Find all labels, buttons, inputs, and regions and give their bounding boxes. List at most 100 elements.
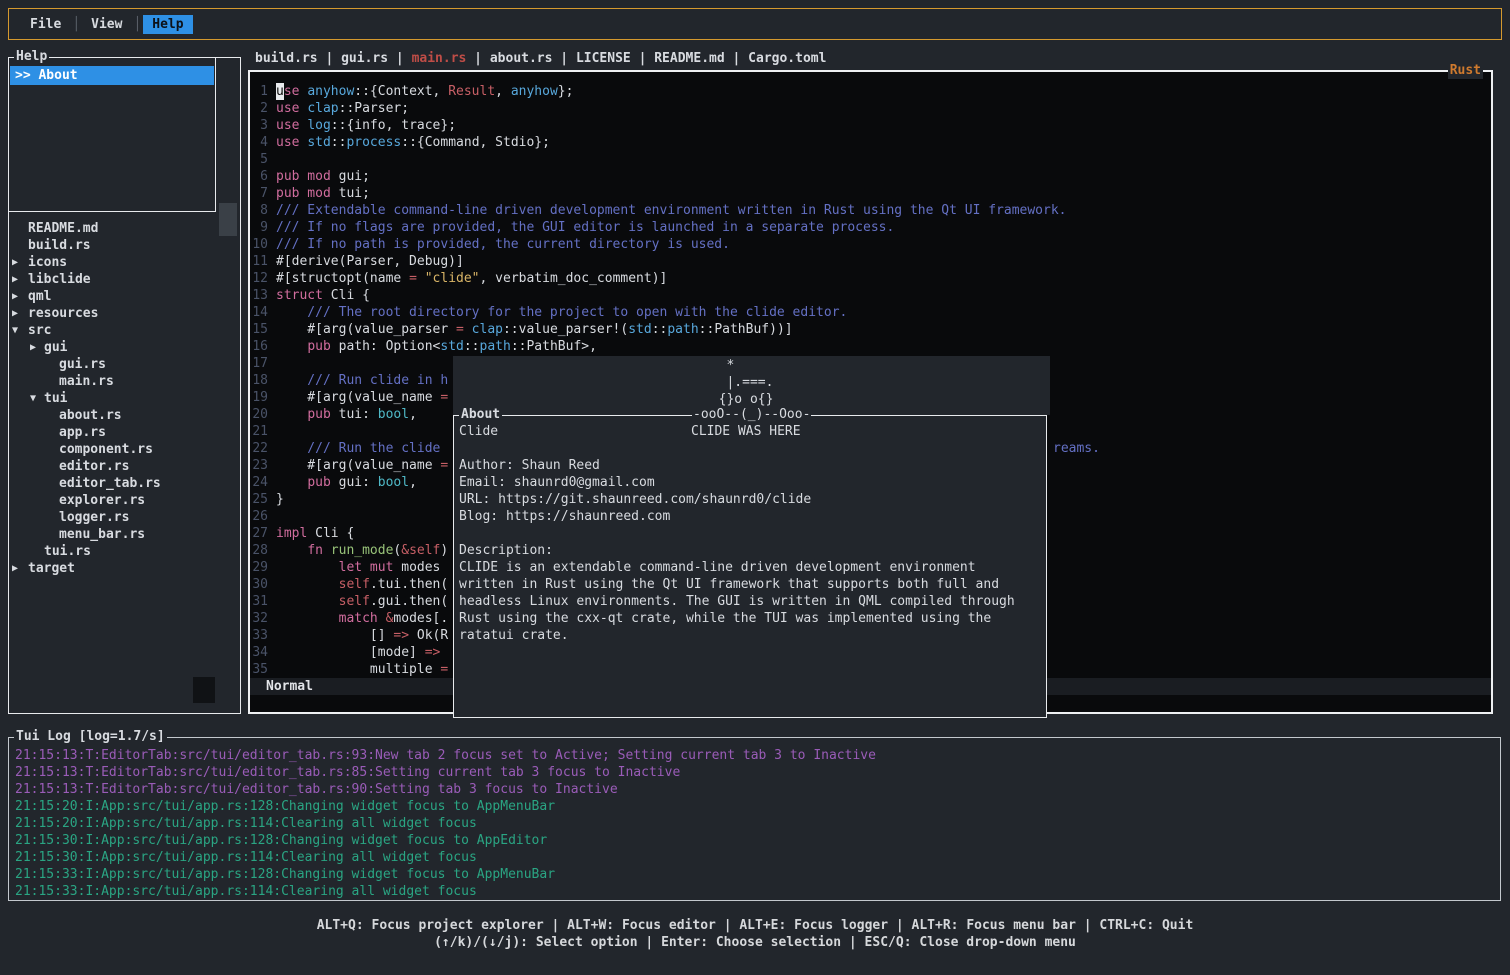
code-line-11[interactable]: 11#[derive(Parser, Debug)] [250, 253, 1491, 270]
about-description-line: Rust using the cxx-qt crate, while the T… [459, 610, 991, 627]
code-token: pub [307, 338, 330, 355]
line-number: 32 [250, 610, 268, 627]
code-token: run_mode [331, 542, 394, 559]
tree-item-tui[interactable]: ▼tui [9, 390, 240, 407]
code-line-9[interactable]: 9/// If no flags are provided, the GUI e… [250, 219, 1491, 236]
tree-item-icons[interactable]: ▶icons [9, 254, 240, 271]
tree-item-gui-rs[interactable]: gui.rs [9, 356, 240, 373]
code-token: pub mod [276, 185, 331, 202]
tree-item-logger-rs[interactable]: logger.rs [9, 509, 240, 526]
code-token [378, 610, 386, 627]
help-menu-item-about[interactable]: >> About [10, 66, 214, 85]
code-line-7[interactable]: 7 pub mod tui; [250, 185, 1491, 202]
line-number: 1 [250, 83, 268, 100]
line-number: 23 [250, 457, 268, 474]
code-line-10[interactable]: 10/// If no path is provided, the curren… [250, 236, 1491, 253]
about-field-row: Email: shaunrd0@gmail.com [454, 474, 1046, 491]
code-token: ::PathBuf>, [511, 338, 597, 355]
code-token: pub mod [276, 168, 331, 185]
tab-README-md[interactable]: README.md [654, 51, 724, 66]
about-description-row: headless Linux environments. The GUI is … [454, 593, 1046, 610]
tree-item-label: qml [28, 288, 51, 305]
tree-item-gui[interactable]: ▶gui [9, 339, 240, 356]
tree-item-README-md[interactable]: README.md [9, 220, 240, 237]
tree-item-target[interactable]: ▶target [9, 560, 240, 577]
code-token: let mut [339, 559, 394, 576]
line-number: 20 [250, 406, 268, 423]
code-line-4[interactable]: 4use std::process::{Command, Stdio}; [250, 134, 1491, 151]
code-line-2[interactable]: 2use clap::Parser; [250, 100, 1491, 117]
menu-item-file[interactable]: File [21, 15, 70, 34]
line-number: 7 [250, 185, 268, 202]
tui-log-title: Tui Log [log=1.7/s] [14, 729, 167, 745]
code-token [276, 593, 339, 610]
code-token: .gui.then( [370, 593, 448, 610]
code-line-12[interactable]: 12#[structopt(name = "clide", verbatim_d… [250, 270, 1491, 287]
about-description-line: CLIDE is an extendable command-line driv… [459, 559, 976, 576]
chevron-right-icon: ▶ [12, 254, 18, 271]
code-token: /// Run clide in h [276, 372, 448, 389]
tab-build-rs[interactable]: build.rs [255, 51, 318, 66]
tree-item-label: editor_tab.rs [59, 475, 161, 492]
tree-item-component-rs[interactable]: component.rs [9, 441, 240, 458]
tree-item-build-rs[interactable]: build.rs [9, 237, 240, 254]
menu-item-help[interactable]: Help [143, 15, 192, 34]
tree-item-resources[interactable]: ▶resources [9, 305, 240, 322]
code-line-3[interactable]: 3use log::{info, trace}; [250, 117, 1491, 134]
code-token: std [628, 321, 651, 338]
code-token: clap [307, 100, 338, 117]
tab-Cargo-toml[interactable]: Cargo.toml [748, 51, 826, 66]
help-dropdown[interactable]: Help >> About [8, 57, 216, 212]
tree-item-explorer-rs[interactable]: explorer.rs [9, 492, 240, 509]
tab-about-rs[interactable]: about.rs [490, 51, 553, 66]
tree-item-editor_tab-rs[interactable]: editor_tab.rs [9, 475, 240, 492]
code-token: , [409, 406, 417, 423]
code-token: = [440, 457, 448, 474]
tree-item-about-rs[interactable]: about.rs [9, 407, 240, 424]
tab-main-rs[interactable]: main.rs [412, 51, 467, 66]
tree-item-label: libclide [28, 271, 91, 288]
code-line-13[interactable]: 13struct Cli { [250, 287, 1491, 304]
tab-separator: | [466, 51, 489, 66]
tree-item-menu_bar-rs[interactable]: menu_bar.rs [9, 526, 240, 543]
code-token: }; [558, 83, 574, 100]
code-token [276, 542, 307, 559]
tree-item-libclide[interactable]: ▶libclide [9, 271, 240, 288]
code-token: tui; [331, 185, 370, 202]
explorer-scrollbar-thumb[interactable] [219, 203, 237, 236]
code-token: pub [307, 474, 330, 491]
tree-item-qml[interactable]: ▶qml [9, 288, 240, 305]
tui-log-panel[interactable]: Tui Log [log=1.7/s] 21:15:13:T:EditorTab… [8, 737, 1501, 901]
code-line-8[interactable]: 8/// Extendable command-line driven deve… [250, 202, 1491, 219]
editor-tab-bar: build.rs | gui.rs | main.rs | about.rs |… [250, 50, 826, 67]
tab-gui-rs[interactable]: gui.rs [341, 51, 388, 66]
tree-item-src[interactable]: ▼src [9, 322, 240, 339]
code-line-6[interactable]: 6pub mod gui; [250, 168, 1491, 185]
chevron-down-icon: ▼ [30, 390, 36, 407]
code-token: Cli { [323, 287, 370, 304]
code-token: & [386, 610, 394, 627]
tree-item-app-rs[interactable]: app.rs [9, 424, 240, 441]
tab-LICENSE[interactable]: LICENSE [576, 51, 631, 66]
about-field-row: URL: https://git.shaunreed.com/shaunrd0/… [454, 491, 1046, 508]
tree-item-label: gui.rs [59, 356, 106, 373]
code-token: => [393, 627, 409, 644]
code-line-15[interactable]: 15 #[arg(value_parser = clap::value_pars… [250, 321, 1491, 338]
code-token [276, 610, 339, 627]
code-line-14[interactable]: 14 /// The root directory for the projec… [250, 304, 1491, 321]
about-field: Email: shaunrd0@gmail.com [459, 474, 655, 491]
code-token: #[derive(Parser, Debug)] [276, 253, 464, 270]
code-line-1[interactable]: 1use anyhow::{Context, Result, anyhow}; [250, 83, 1491, 100]
tree-item-main-rs[interactable]: main.rs [9, 373, 240, 390]
code-token: ) [440, 542, 448, 559]
code-token: #[structopt(name [276, 270, 409, 287]
tree-item-tui-rs[interactable]: tui.rs [9, 543, 240, 560]
code-line-5[interactable]: 5 [250, 151, 1491, 168]
menu-item-view[interactable]: View [82, 15, 131, 34]
tree-item-editor-rs[interactable]: editor.rs [9, 458, 240, 475]
chevron-right-icon: ▶ [12, 560, 18, 577]
code-token: gui: [331, 474, 378, 491]
code-line-16[interactable]: 16 pub path: Option<std::path::PathBuf>, [250, 338, 1491, 355]
tree-item-label: resources [28, 305, 98, 322]
code-token: /// The root directory for the project t… [276, 304, 847, 321]
